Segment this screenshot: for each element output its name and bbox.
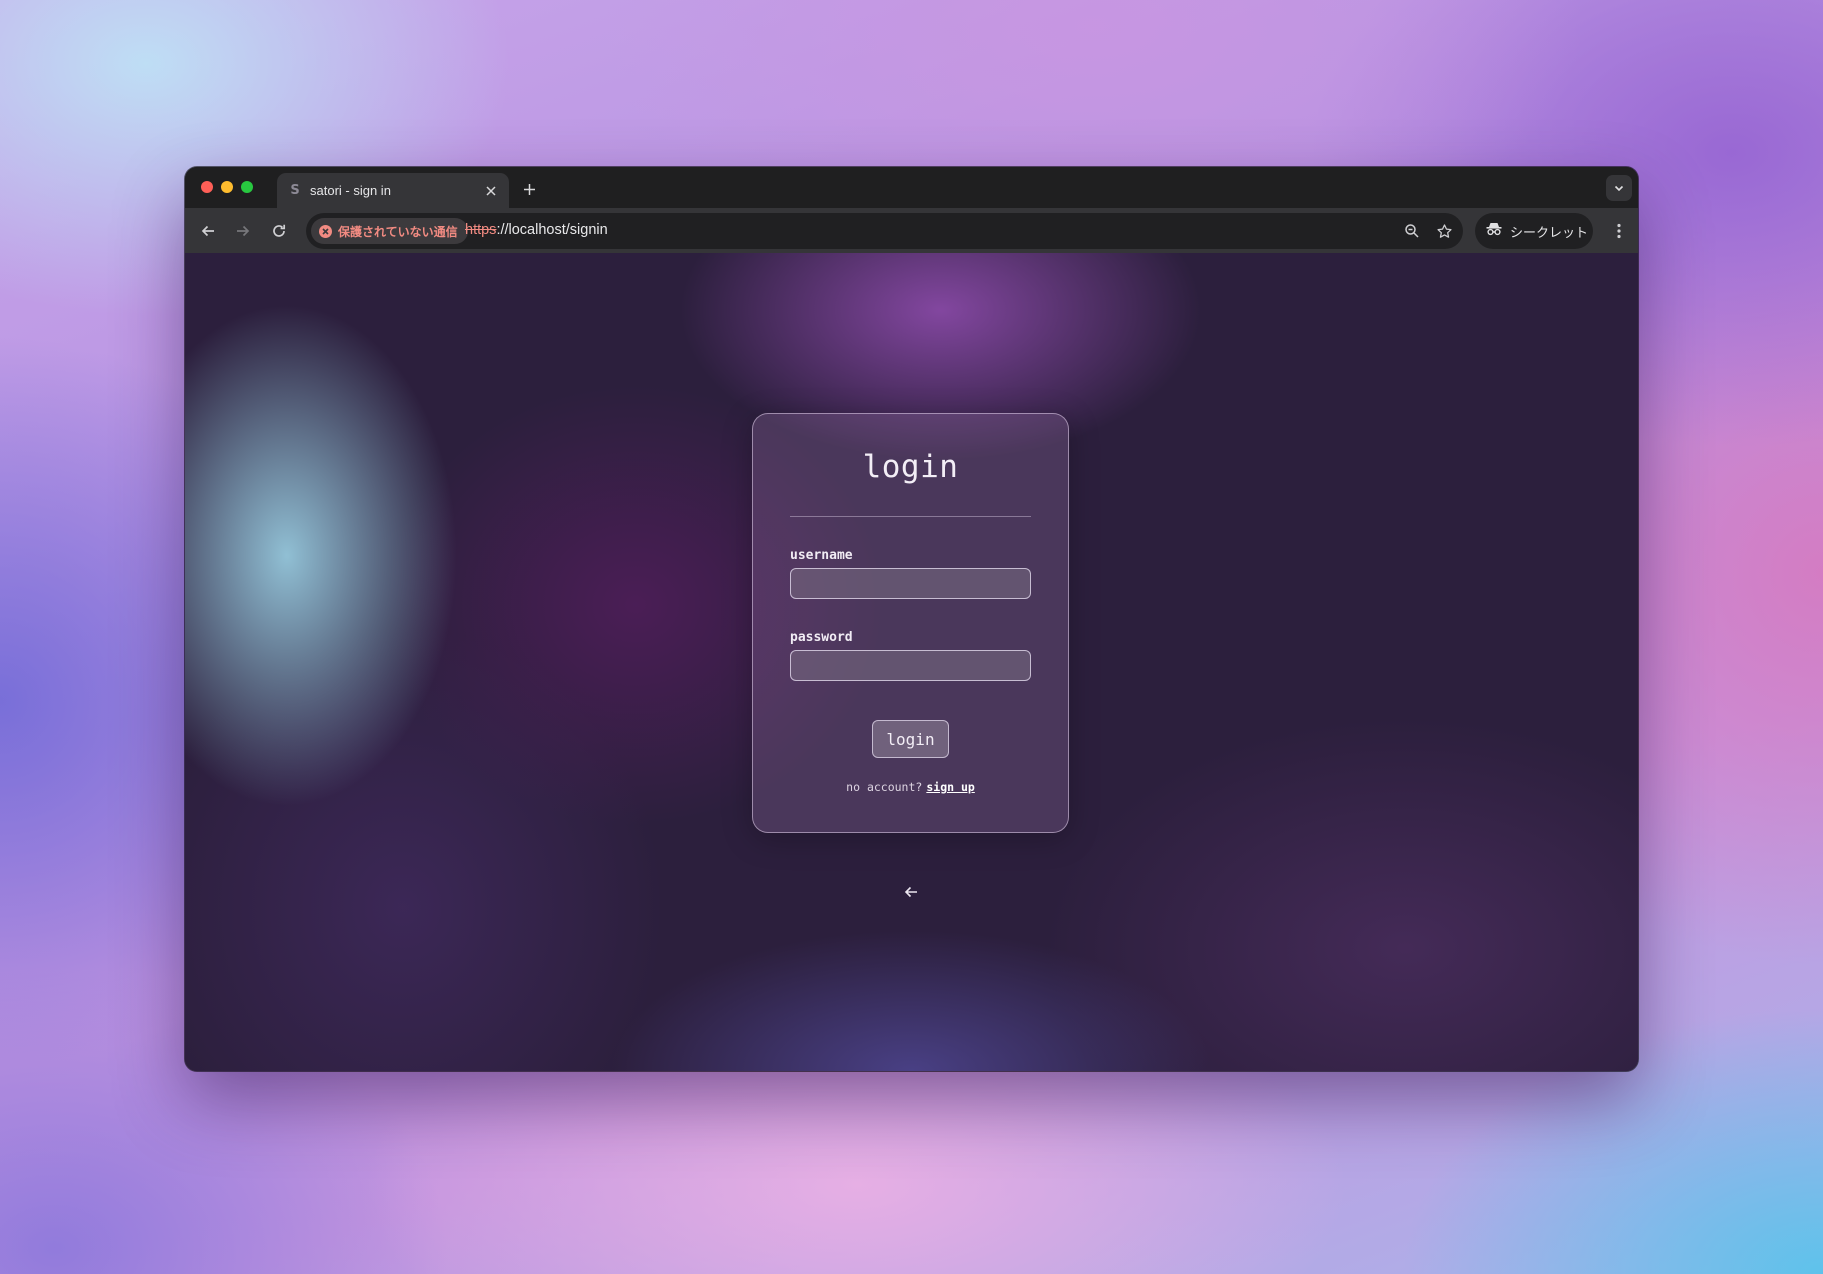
signup-prompt: no account? sign up [753, 780, 1068, 794]
password-label: password [790, 630, 853, 645]
window-minimize-button[interactable] [221, 181, 233, 193]
favicon-icon: S [290, 183, 300, 198]
url-path: ://localhost/signin [496, 222, 608, 238]
window-zoom-button[interactable] [241, 181, 253, 193]
username-label: username [790, 548, 853, 563]
security-label: 保護されていない通信 [338, 224, 458, 239]
chevron-down-icon[interactable] [1606, 175, 1632, 201]
username-field[interactable] [790, 568, 1031, 599]
security-chip[interactable]: 保護されていない通信 [311, 218, 468, 244]
tab-active[interactable]: S satori - sign in [277, 173, 509, 208]
signup-link[interactable]: sign up [926, 780, 974, 794]
incognito-icon [1486, 222, 1502, 241]
window-close-button[interactable] [201, 181, 213, 193]
page-title: login [862, 449, 959, 485]
kebab-menu-icon[interactable] [1607, 217, 1631, 245]
tab-strip: S satori - sign in [185, 167, 1638, 208]
browser-toolbar: 保護されていない通信 https://localhost/signin シークレ… [185, 208, 1638, 253]
password-field[interactable] [790, 650, 1031, 681]
warning-icon [319, 224, 332, 238]
left-arrow-icon[interactable] [899, 880, 923, 904]
login-card: login username password login no account… [752, 413, 1069, 833]
new-tab-button[interactable] [517, 177, 541, 201]
incognito-chip[interactable]: シークレット [1475, 213, 1593, 249]
back-arrow-icon[interactable] [194, 217, 222, 245]
url-text[interactable]: https://localhost/signin [465, 222, 608, 238]
page-viewport: login username password login no account… [185, 253, 1638, 1071]
title-divider [790, 516, 1031, 517]
browser-window: S satori - sign in 保護されていない通信 https://lo… [185, 167, 1638, 1071]
tab-title: satori - sign in [310, 183, 391, 198]
url-scheme: https [465, 222, 497, 238]
close-icon[interactable] [481, 181, 501, 201]
zoom-icon[interactable] [1401, 220, 1423, 242]
incognito-label: シークレット [1510, 224, 1589, 240]
reload-icon[interactable] [265, 217, 293, 245]
star-icon[interactable] [1433, 220, 1455, 242]
forward-arrow-icon[interactable] [229, 217, 257, 245]
no-account-text: no account? [846, 780, 923, 794]
login-button[interactable]: login [872, 720, 949, 758]
address-bar[interactable]: 保護されていない通信 https://localhost/signin [306, 213, 1463, 249]
